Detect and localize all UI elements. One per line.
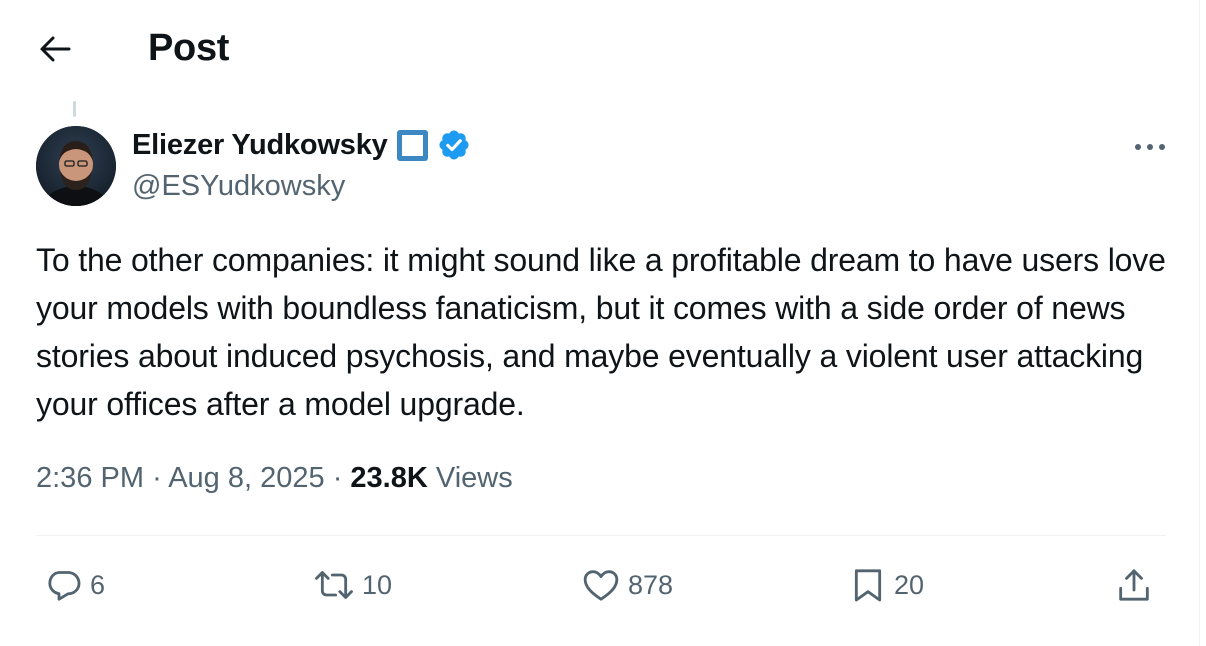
avatar-image	[36, 126, 116, 206]
back-button[interactable]	[34, 28, 76, 70]
meta-separator: ·	[152, 462, 162, 494]
bookmark-button[interactable]: 20	[848, 562, 924, 608]
author-name[interactable]: Eliezer Yudkowsky	[132, 129, 388, 162]
reply-count: 6	[90, 569, 106, 600]
thread-line	[73, 101, 76, 117]
views-count: 23.8K	[350, 462, 428, 494]
more-options-button[interactable]	[1128, 130, 1172, 164]
verified-badge-icon[interactable]	[437, 128, 471, 162]
meta-separator: ·	[332, 462, 343, 494]
post-meta: 2:36 PM · Aug 8, 2025 · 23.8K Views	[36, 462, 513, 495]
reply-icon	[48, 571, 81, 601]
page-header: Post	[0, 0, 1200, 98]
repost-count: 10	[362, 569, 393, 600]
repost-icon	[315, 571, 353, 599]
avatar[interactable]	[36, 126, 116, 206]
views-label: Views	[435, 462, 513, 494]
reply-button[interactable]: 6	[44, 562, 105, 608]
like-count: 878	[628, 569, 674, 600]
post-date[interactable]: Aug 8, 2025	[168, 462, 324, 494]
author-name-row: Eliezer Yudkowsky	[132, 128, 471, 162]
bookmark-count: 20	[894, 569, 925, 600]
more-dots-icon	[1135, 144, 1165, 150]
divider	[36, 535, 1166, 536]
post-time[interactable]: 2:36 PM	[36, 462, 144, 494]
repost-button[interactable]: 10	[312, 562, 392, 608]
blue-square-icon	[396, 129, 428, 161]
share-button[interactable]	[1114, 562, 1154, 608]
share-icon	[1119, 569, 1149, 601]
arrow-left-icon	[40, 36, 71, 62]
post-text: To the other companies: it might sound l…	[36, 242, 1166, 422]
like-button[interactable]: 878	[580, 562, 673, 608]
post-page: Post Eliezer Yudkowsky @ESYudkowsky To t…	[0, 0, 1200, 646]
page-title: Post	[148, 27, 230, 69]
heart-icon	[583, 570, 619, 601]
bookmark-icon	[854, 569, 882, 602]
author-handle[interactable]: @ESYudkowsky	[132, 170, 345, 203]
